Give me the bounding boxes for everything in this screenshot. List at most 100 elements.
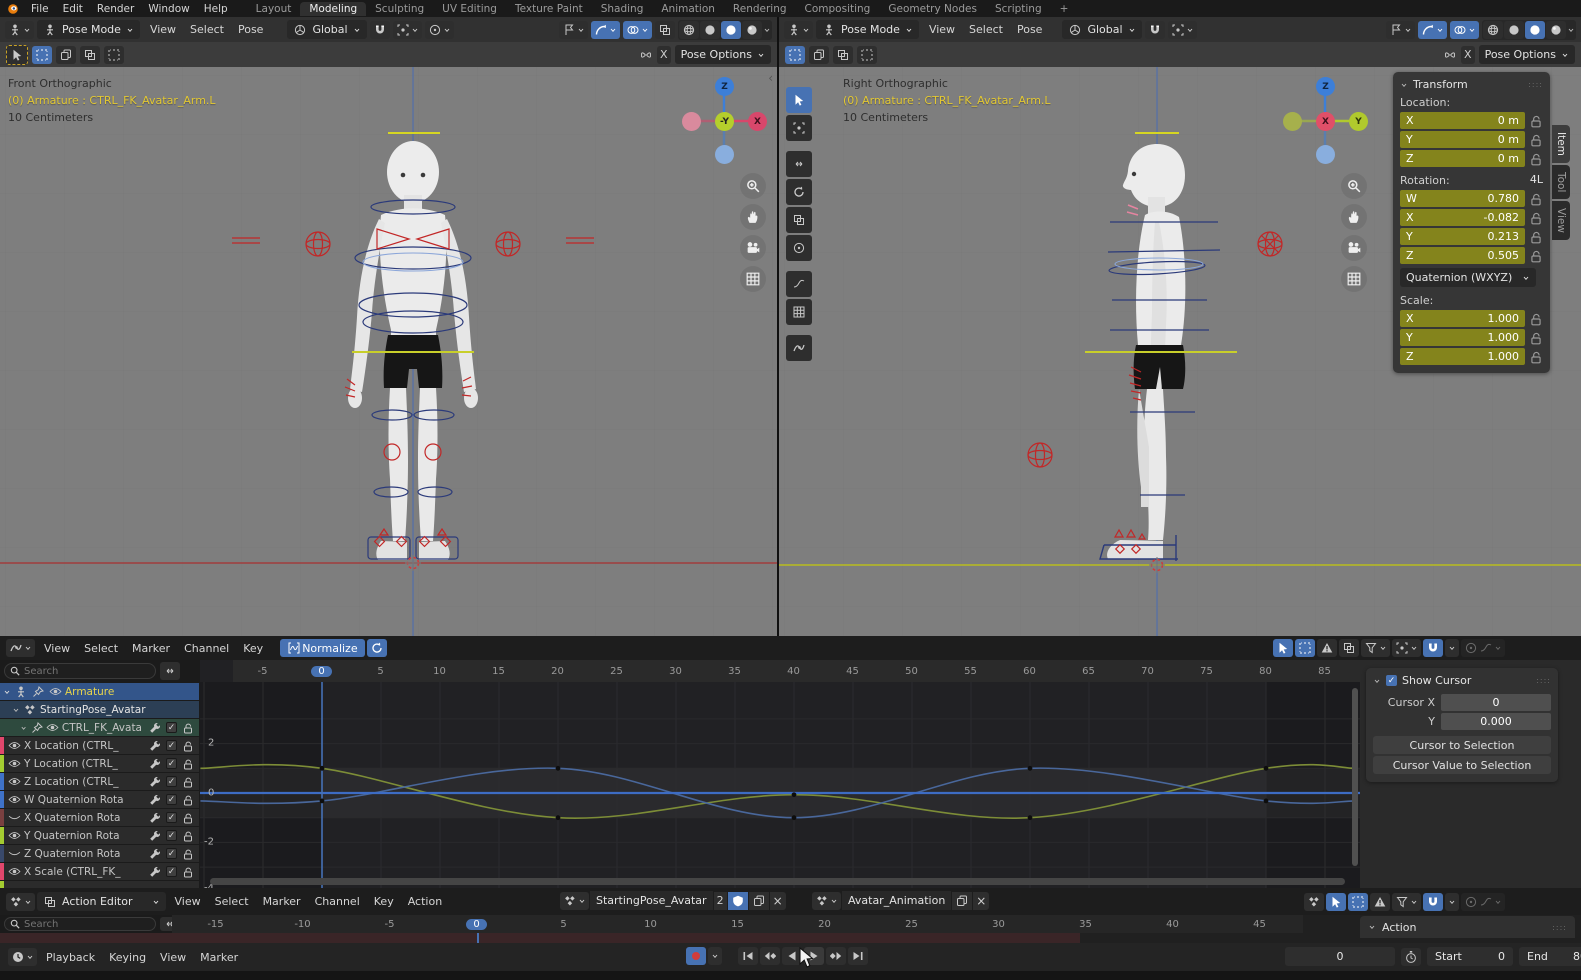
unlock-icon[interactable] bbox=[1529, 312, 1543, 326]
editor-type-button[interactable] bbox=[784, 21, 813, 39]
vertical-scrollbar[interactable] bbox=[1352, 688, 1358, 866]
wrench-icon[interactable] bbox=[148, 775, 162, 789]
wrench-icon[interactable] bbox=[148, 847, 162, 861]
channel-group[interactable]: CTRL_FK_Avata ✓ bbox=[0, 719, 199, 736]
location-field[interactable]: Z0 m bbox=[1400, 150, 1525, 167]
unlock-icon[interactable] bbox=[1529, 249, 1543, 263]
select-mode-subtract-button[interactable] bbox=[833, 46, 853, 64]
topbar-menu-item[interactable]: Help bbox=[197, 3, 235, 15]
location-field[interactable]: X0 m bbox=[1400, 112, 1525, 129]
eye-icon[interactable] bbox=[7, 757, 21, 771]
display-mode-button[interactable] bbox=[1304, 893, 1324, 911]
start-frame-field[interactable]: Start0 bbox=[1427, 947, 1513, 966]
mute-checkbox[interactable]: ✓ bbox=[166, 812, 177, 823]
shading-material-button[interactable] bbox=[1525, 21, 1545, 39]
mirror-butterfly-icon[interactable] bbox=[639, 48, 653, 62]
mute-checkbox[interactable]: ✓ bbox=[166, 866, 177, 877]
unlock-icon[interactable] bbox=[181, 739, 195, 753]
scale-field[interactable]: X1.000 bbox=[1400, 310, 1525, 327]
unlock-icon[interactable] bbox=[181, 829, 195, 843]
workspace-tab[interactable]: Modeling bbox=[300, 2, 366, 16]
use-preview-range-button[interactable] bbox=[1401, 948, 1421, 966]
wrench-icon[interactable] bbox=[148, 829, 162, 843]
eye-icon[interactable] bbox=[7, 739, 21, 753]
graph-menu-item[interactable]: Marker bbox=[125, 642, 177, 655]
tool-transform[interactable] bbox=[786, 235, 812, 261]
select-mode-set-button[interactable] bbox=[785, 46, 805, 64]
pose-options-dropdown[interactable]: Pose Options bbox=[1479, 45, 1575, 64]
rotation-field[interactable]: W0.780 bbox=[1400, 190, 1525, 207]
wrench-icon[interactable] bbox=[148, 793, 162, 807]
eye-icon[interactable] bbox=[7, 775, 21, 789]
action-ruler[interactable]: -15-10-5051015202530354045 bbox=[172, 915, 1303, 933]
orientation-select[interactable]: Global bbox=[287, 20, 366, 39]
unlock-icon[interactable] bbox=[1529, 230, 1543, 244]
filter-button[interactable] bbox=[1392, 893, 1421, 911]
channel-search[interactable] bbox=[4, 663, 156, 679]
wrench-icon[interactable] bbox=[148, 811, 162, 825]
snap-settings-button[interactable] bbox=[1168, 21, 1197, 39]
workspace-tab[interactable]: UV Editing bbox=[433, 2, 506, 16]
cursor-action-button[interactable]: Cursor to Selection bbox=[1373, 736, 1551, 754]
viewport-menu-item[interactable]: Select bbox=[183, 23, 231, 36]
channel-action[interactable]: StartingPose_Avatar bbox=[0, 701, 199, 718]
gizmo-neg-x-axis[interactable] bbox=[682, 112, 701, 131]
eye-icon[interactable] bbox=[7, 829, 21, 843]
timeline-menu-item[interactable]: Playback bbox=[39, 951, 102, 964]
tool-cursor[interactable] bbox=[786, 115, 812, 141]
action-browse-button[interactable] bbox=[560, 892, 589, 910]
xray-toggle-button[interactable] bbox=[655, 21, 675, 39]
mute-checkbox[interactable]: ✓ bbox=[166, 848, 177, 859]
gizmo-neg-y-axis[interactable]: -Y bbox=[715, 112, 734, 131]
eye-icon[interactable] bbox=[7, 865, 21, 879]
rotation-field[interactable]: X-0.082 bbox=[1400, 209, 1525, 226]
show-visibility-button[interactable] bbox=[559, 21, 588, 39]
gizmo-neg-y-axis[interactable] bbox=[1283, 112, 1302, 131]
shading-wireframe-button[interactable] bbox=[1483, 21, 1503, 39]
scale-field[interactable]: Z1.000 bbox=[1400, 348, 1525, 365]
timeline-menu-item[interactable]: View bbox=[153, 951, 193, 964]
viewport-menu-item[interactable]: Select bbox=[962, 23, 1010, 36]
proportional-edit-button[interactable] bbox=[1461, 639, 1505, 657]
show-overlays-button[interactable] bbox=[623, 21, 652, 39]
action-menu-item[interactable]: Marker bbox=[256, 895, 308, 908]
channel-fcurve-row[interactable]: Y Quaternion Rota✓ bbox=[0, 827, 199, 844]
cursor-action-button[interactable]: Cursor Value to Selection bbox=[1373, 756, 1551, 774]
location-field[interactable]: Y0 m bbox=[1400, 131, 1525, 148]
workspace-tab[interactable]: Layout bbox=[247, 2, 301, 16]
graph-menu-item[interactable]: View bbox=[37, 642, 77, 655]
mirror-butterfly-icon[interactable] bbox=[1443, 48, 1457, 62]
editor-type-button[interactable] bbox=[6, 639, 35, 657]
channel-fcurve-row[interactable]: X Location (CTRL_✓ bbox=[0, 737, 199, 754]
graph-ruler[interactable]: -50510152025303540455055606570758085 bbox=[233, 660, 1360, 682]
editor-type-button[interactable] bbox=[5, 21, 34, 39]
frame-target-button[interactable] bbox=[1392, 639, 1421, 657]
graph-menu-item[interactable]: Key bbox=[236, 642, 270, 655]
unlock-icon[interactable] bbox=[181, 775, 195, 789]
select-mode-extend-button[interactable] bbox=[56, 46, 76, 64]
unlock-icon[interactable] bbox=[1529, 192, 1543, 206]
unlock-icon[interactable] bbox=[1529, 211, 1543, 225]
wrench-icon[interactable] bbox=[148, 721, 162, 735]
show-gizmo-button[interactable] bbox=[591, 21, 620, 39]
toggle-ortho-icon[interactable] bbox=[1341, 266, 1367, 292]
panel-grip[interactable]: :::: bbox=[1552, 923, 1567, 932]
snap-button[interactable] bbox=[1423, 893, 1443, 911]
mute-checkbox[interactable]: ✓ bbox=[166, 758, 177, 769]
tool-scale[interactable] bbox=[786, 207, 812, 233]
action-menu-item[interactable]: View bbox=[168, 895, 208, 908]
keying-menu-button[interactable] bbox=[708, 947, 722, 965]
unlock-icon[interactable] bbox=[1529, 133, 1543, 147]
topbar-menu-item[interactable]: File bbox=[24, 3, 56, 15]
viewport-right-canvas[interactable]: Right Orthographic (0) Armature : CTRL_F… bbox=[779, 67, 1581, 636]
unlock-icon[interactable] bbox=[1529, 114, 1543, 128]
unlock-icon[interactable] bbox=[181, 865, 195, 879]
show-visibility-button[interactable] bbox=[1386, 21, 1415, 39]
eye-icon[interactable] bbox=[7, 793, 21, 807]
prev-keyframe-button[interactable] bbox=[760, 947, 780, 965]
wrench-icon[interactable] bbox=[148, 757, 162, 771]
eye-closed-icon[interactable] bbox=[7, 811, 21, 825]
viewport-right[interactable]: Pose Mode ViewSelectPose Global bbox=[779, 17, 1581, 636]
mode-select[interactable]: Pose Mode bbox=[37, 20, 140, 39]
action-panel-header[interactable]: Action :::: bbox=[1360, 916, 1575, 938]
